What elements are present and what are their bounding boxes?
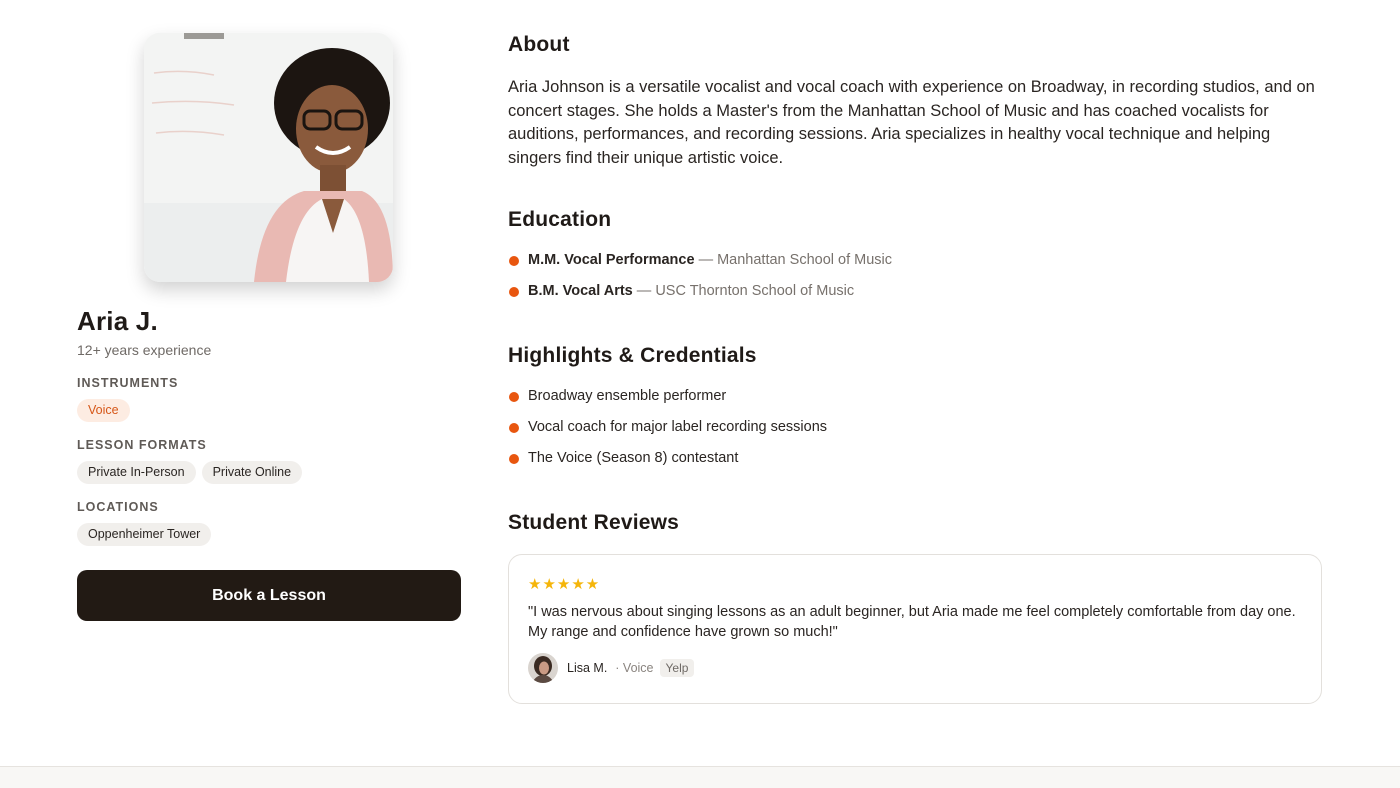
footer-band [0,766,1400,788]
reviews-heading: Student Reviews [508,511,680,534]
education-school: USC Thornton School of Music [655,283,855,299]
orange-dot-icon [509,423,519,433]
highlight-text: Vocal coach for major label recording se… [528,419,828,435]
lesson-format-chip: Private Online [201,461,303,484]
education-separator: — [636,283,652,299]
about-heading: About [508,33,570,56]
instrument-chip: Voice [77,399,130,422]
locations-label: LOCATIONS [77,500,159,514]
lesson-format-chip: Private In-Person [77,461,196,484]
star-rating-icon: ★★★★★ [528,576,601,593]
instruments-chips: Voice [77,399,130,422]
reviewer-instrument: · Voice [615,661,654,675]
instruments-label: INSTRUMENTS [77,376,179,390]
highlight-text: Broadway ensemble performer [528,388,727,404]
reviewer-avatar [528,653,558,683]
locations-chips: Oppenheimer Tower [77,523,212,546]
education-degree: M.M. Vocal Performance [528,252,695,268]
orange-dot-icon [509,287,519,297]
experience-text: 12+ years experience [77,342,212,358]
highlights-list: Broadway ensemble performer Vocal coach … [508,386,827,479]
education-degree: B.M. Vocal Arts [528,283,633,299]
review-text: "I was nervous about singing lessons as … [528,604,1296,640]
review-source-badge: Yelp [659,659,695,677]
education-separator: — [698,252,714,268]
education-item: M.M. Vocal Performance — Manhattan Schoo… [508,250,892,281]
lesson-formats-label: LESSON FORMATS [77,438,207,452]
book-lesson-button[interactable]: Book a Lesson [77,570,461,621]
education-item: B.M. Vocal Arts — USC Thornton School of… [508,281,892,312]
location-chip: Oppenheimer Tower [77,523,212,546]
orange-dot-icon [509,256,519,266]
profile-photo [144,33,393,282]
education-list: M.M. Vocal Performance — Manhattan Schoo… [508,250,892,312]
review-card: ★★★★★ "I was nervous about singing lesso… [508,554,1322,704]
highlight-item: The Voice (Season 8) contestant [508,448,827,479]
about-text: Aria Johnson is a versatile vocalist and… [508,78,1315,167]
highlights-heading: Highlights & Credentials [508,344,757,367]
education-school: Manhattan School of Music [717,252,892,268]
tutor-name: Aria J. [77,306,158,336]
reviewer-info: Lisa M. · Voice Yelp [528,653,695,683]
highlight-item: Vocal coach for major label recording se… [508,417,827,448]
reviewer-name: Lisa M. [567,661,608,675]
orange-dot-icon [509,454,519,464]
highlight-item: Broadway ensemble performer [508,386,827,417]
orange-dot-icon [509,392,519,402]
highlight-text: The Voice (Season 8) contestant [528,450,739,466]
lesson-formats-chips: Private In-Person Private Online [77,461,303,484]
education-heading: Education [508,208,612,231]
